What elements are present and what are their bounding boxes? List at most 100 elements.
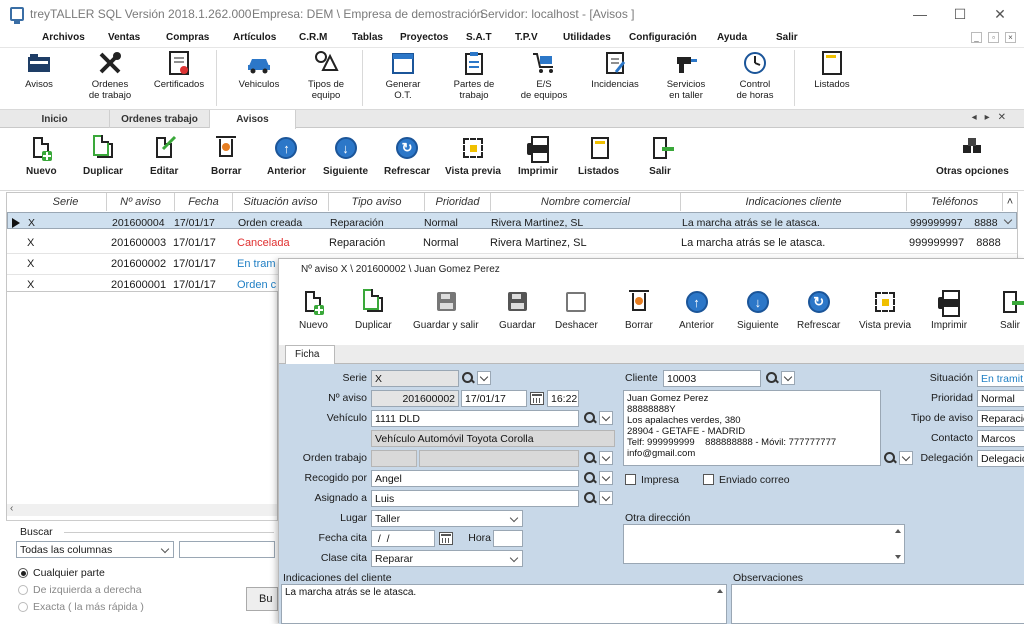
situacion-field[interactable]: En tramit	[977, 370, 1024, 387]
detail-anterior-button[interactable]: ↑ Anterior	[679, 289, 714, 331]
detail-duplicar-button[interactable]: Duplicar	[355, 289, 392, 331]
anterior-button[interactable]: ↑ Anterior	[267, 135, 306, 177]
deshacer-button[interactable]: Deshacer	[555, 289, 598, 331]
search-icon[interactable]	[583, 451, 597, 465]
radio-exacta[interactable]: Exacta ( la más rápida )	[18, 601, 144, 613]
tab-navigation[interactable]: ◂▸✕	[972, 112, 1014, 123]
ribbon-avisos[interactable]: Avisos	[14, 50, 64, 90]
ribbon-tipos-equipo[interactable]: Tipos de equipo	[300, 50, 352, 101]
listados-button[interactable]: Listados	[578, 135, 619, 177]
tab-ficha[interactable]: Ficha	[285, 345, 335, 365]
horizontal-scrollbar[interactable]: ‹	[7, 503, 277, 516]
salir-button[interactable]: Salir	[647, 135, 674, 177]
recogido-field[interactable]: Angel	[371, 470, 579, 487]
otra-direccion-field[interactable]	[623, 524, 905, 564]
hora-cita-field[interactable]	[493, 530, 523, 547]
menu-ayuda[interactable]: Ayuda	[717, 32, 747, 43]
tipo-aviso-field[interactable]: Reparació	[977, 410, 1024, 427]
menu-proyectos[interactable]: Proyectos	[400, 32, 448, 43]
column-header[interactable]: Serie	[25, 193, 107, 211]
mdi-minimize-icon[interactable]: _	[971, 32, 982, 43]
ribbon-partes-trabajo[interactable]: Partes de trabajo	[448, 50, 500, 101]
guardar-button[interactable]: Guardar	[499, 289, 536, 331]
ribbon-servicios-taller[interactable]: Servicios en taller	[658, 50, 714, 101]
detail-refrescar-button[interactable]: ↻ Refrescar	[797, 289, 840, 331]
menu-sat[interactable]: S.A.T	[466, 32, 492, 43]
ribbon-generar-ot[interactable]: Generar O.T.	[380, 50, 426, 101]
menu-tpv[interactable]: T.P.V	[515, 32, 538, 43]
search-icon[interactable]	[883, 451, 897, 465]
table-row[interactable]: X 201600004 17/01/17 Orden creada Repara…	[7, 212, 1017, 229]
column-header[interactable]: Prioridad	[425, 193, 491, 211]
column-header[interactable]: Fecha	[175, 193, 233, 211]
ribbon-ordenes-trabajo[interactable]: Ordenes de trabajo	[82, 50, 138, 101]
vehiculo-field[interactable]: 1111 DLD	[371, 410, 579, 427]
chevron-down-icon[interactable]	[599, 471, 613, 485]
contacto-field[interactable]: Marcos	[977, 430, 1024, 447]
refrescar-button[interactable]: ↻ Refrescar	[384, 135, 430, 177]
minimize-button[interactable]: —	[900, 0, 940, 28]
menu-salir[interactable]: Salir	[776, 32, 798, 43]
fecha-cita-field[interactable]: / /	[371, 530, 435, 547]
ribbon-listados[interactable]: Listados	[808, 50, 856, 90]
detail-nuevo-button[interactable]: Nuevo	[299, 289, 328, 331]
ribbon-incidencias[interactable]: Incidencias	[588, 50, 642, 90]
ribbon-certificados[interactable]: Certificados	[150, 50, 208, 90]
column-header[interactable]: Teléfonos	[907, 193, 1003, 211]
chevron-down-icon[interactable]	[599, 451, 613, 465]
guardar-salir-button[interactable]: Guardar y salir	[413, 289, 479, 331]
menu-utilidades[interactable]: Utilidades	[563, 32, 611, 43]
calendar-icon[interactable]	[530, 392, 544, 405]
scroll-up-icon[interactable]: ˄	[1003, 193, 1017, 211]
menu-configuracion[interactable]: Configuración	[629, 32, 697, 43]
search-button[interactable]: Bu	[246, 587, 278, 611]
chevron-down-icon[interactable]	[477, 371, 491, 385]
detail-salir-button[interactable]: Salir	[997, 289, 1024, 331]
clase-cita-select[interactable]: Reparar	[371, 550, 523, 567]
lugar-select[interactable]: Taller	[371, 510, 523, 527]
search-icon[interactable]	[583, 491, 597, 505]
orden-trabajo-serie-field[interactable]	[371, 450, 417, 467]
search-icon[interactable]	[583, 471, 597, 485]
radio-cualquier-parte[interactable]: Cualquier parte	[18, 567, 105, 579]
asignado-field[interactable]: Luis	[371, 490, 579, 507]
search-input[interactable]	[179, 541, 275, 558]
indicaciones-field[interactable]: La marcha atrás se le atasca.	[281, 584, 727, 624]
column-header[interactable]: Tipo aviso	[329, 193, 425, 211]
ribbon-control-horas[interactable]: Control de horas	[728, 50, 782, 101]
menu-tablas[interactable]: Tablas	[352, 32, 383, 43]
menu-ventas[interactable]: Ventas	[108, 32, 140, 43]
detail-vista-previa-button[interactable]: Vista previa	[859, 289, 911, 331]
table-row[interactable]: X 201600003 17/01/17 Cancelada Reparació…	[7, 233, 1017, 254]
chevron-down-icon[interactable]	[599, 491, 613, 505]
fecha-field[interactable]: 17/01/17	[461, 390, 527, 407]
hora-field[interactable]: 16:22	[547, 390, 579, 407]
tab-inicio[interactable]: Inicio	[0, 110, 110, 128]
nuevo-button[interactable]: Nuevo	[26, 135, 57, 177]
column-header[interactable]: Nº aviso	[107, 193, 175, 211]
observaciones-field[interactable]	[731, 584, 1024, 624]
otras-opciones-button[interactable]: Otras opciones	[936, 135, 1009, 177]
serie-field[interactable]: X	[371, 370, 459, 387]
menu-crm[interactable]: C.R.M	[299, 32, 327, 43]
search-icon[interactable]	[583, 411, 597, 425]
chevron-down-icon[interactable]	[781, 371, 795, 385]
column-header[interactable]: Indicaciones cliente	[681, 193, 907, 211]
ribbon-es-equipos[interactable]: E/S de equipos	[516, 50, 572, 101]
editar-button[interactable]: Editar	[150, 135, 178, 177]
siguiente-button[interactable]: ↓ Siguiente	[323, 135, 368, 177]
enviado-correo-checkbox[interactable]	[703, 474, 714, 485]
tab-ordenes-trabajo[interactable]: Ordenes trabajo	[110, 110, 210, 128]
detail-imprimir-button[interactable]: Imprimir	[931, 289, 967, 331]
calendar-icon[interactable]	[439, 532, 453, 545]
mdi-close-icon[interactable]: ×	[1005, 32, 1016, 43]
vista-previa-button[interactable]: Vista previa	[445, 135, 501, 177]
maximize-button[interactable]: ☐	[940, 0, 980, 28]
orden-trabajo-field[interactable]	[419, 450, 579, 467]
column-header[interactable]: Nombre comercial	[491, 193, 681, 211]
radio-izquierda-derecha[interactable]: De izquierda a derecha	[18, 584, 142, 596]
borrar-button[interactable]: Borrar	[211, 135, 242, 177]
search-icon[interactable]	[765, 371, 779, 385]
close-button[interactable]: ✕	[980, 0, 1020, 28]
naviso-field[interactable]: 201600002	[371, 390, 459, 407]
